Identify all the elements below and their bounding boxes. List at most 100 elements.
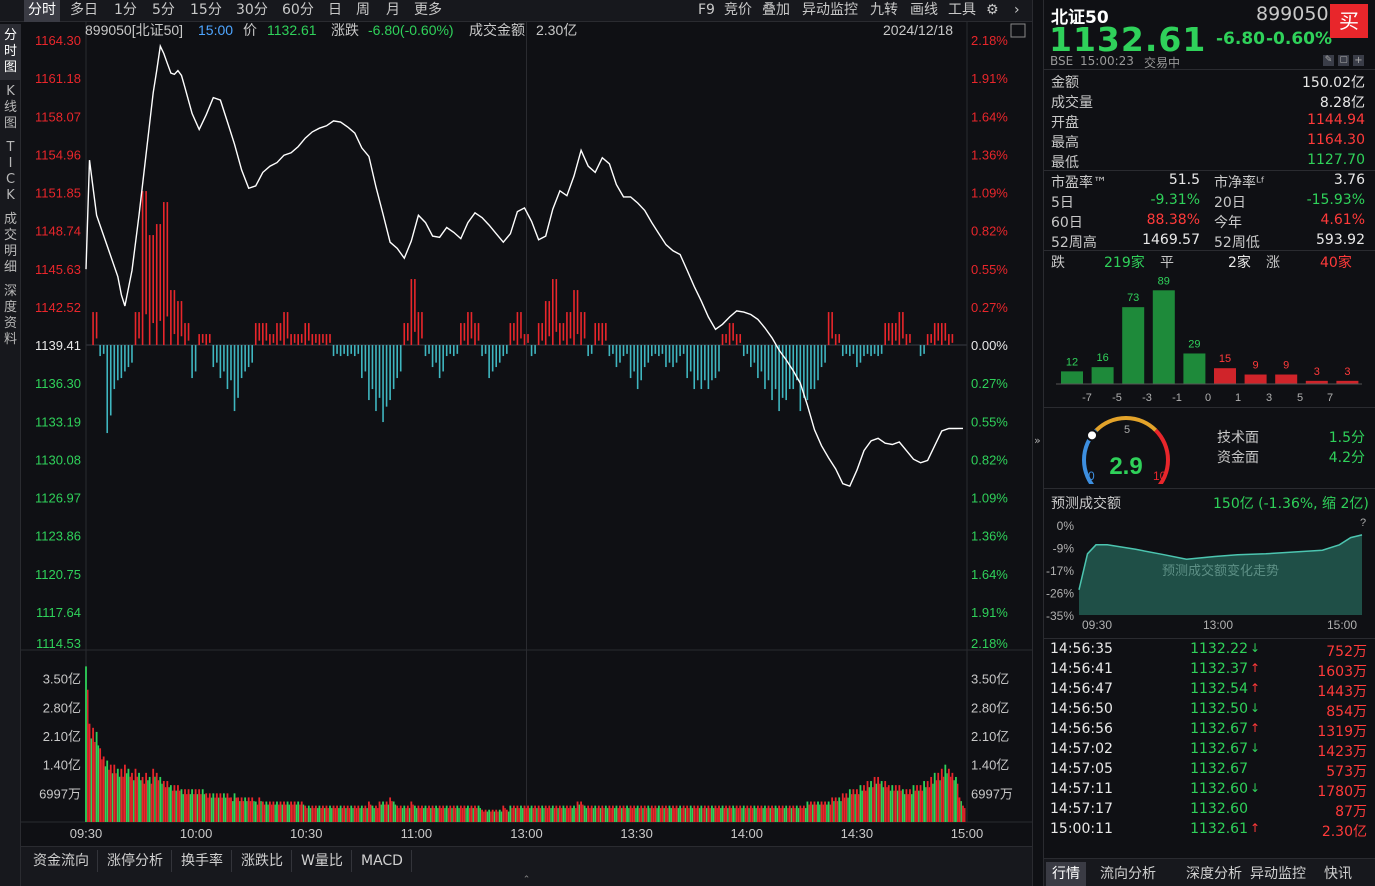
volume-bar: [495, 809, 498, 822]
down-label: 跌: [1051, 255, 1065, 271]
tool-0[interactable]: F9: [698, 0, 715, 22]
volume-bar: [490, 811, 492, 822]
dist-tick: -1: [1172, 392, 1182, 404]
period-tab-7[interactable]: 日: [328, 0, 342, 22]
volume-bar: [290, 801, 293, 822]
volume-bar: [286, 801, 289, 822]
view-tab-3[interactable]: 成交明细: [0, 208, 21, 280]
tool-5[interactable]: 画线: [910, 0, 938, 22]
period-tab-6[interactable]: 60分: [282, 0, 314, 22]
indicator-tab-3[interactable]: 涨跌比: [233, 850, 292, 872]
period-tab-0[interactable]: 分时: [24, 0, 60, 22]
delta-bar: [286, 312, 289, 339]
delta-bar: [449, 345, 452, 354]
delta-bar: [944, 323, 947, 341]
delta-bar: [824, 345, 826, 363]
intraday-chart[interactable]: 1164.30 1161.18 1158.07 1154.96 1151.85 1148.…: [21, 22, 1032, 846]
chevron-right-icon[interactable]: ›: [1014, 0, 1020, 22]
volume-bar: [148, 776, 151, 822]
delta-bar: [184, 323, 186, 346]
volume-bar: [578, 804, 581, 822]
view-tab-2[interactable]: TICK: [0, 136, 21, 208]
volume-bar: [928, 787, 931, 822]
tool-4[interactable]: 九转: [870, 0, 898, 22]
volume-bar: [445, 805, 448, 822]
volume-bar: [633, 805, 636, 822]
delta-bar: [180, 301, 183, 337]
score-gauge: 2.9 0 5 10: [1082, 416, 1170, 484]
volume-bar: [408, 808, 411, 822]
add-icon[interactable]: +: [1353, 55, 1364, 66]
tick-volume: 1780万: [1317, 784, 1367, 800]
updown-distribution: 12 16 73 89 29 15 9 9 3 3 -7 -5 -3 -1 0 1 3 5 7: [1056, 275, 1362, 404]
x-tick-label: 10:00: [180, 826, 213, 841]
period-tab-2[interactable]: 1分: [114, 0, 137, 22]
gauge-min: 0: [1088, 469, 1095, 483]
volume-bar: [179, 790, 181, 822]
indicator-tab-2[interactable]: 换手率: [173, 850, 232, 872]
period-tab-10[interactable]: 更多: [414, 0, 442, 22]
right-tab-2[interactable]: 深度分析: [1180, 862, 1248, 886]
scroll-up-handle[interactable]: ⌃: [21, 874, 1032, 886]
tool-1[interactable]: 竞价: [724, 0, 752, 22]
period-tab-5[interactable]: 30分: [236, 0, 268, 22]
panel-collapse-bar[interactable]: »: [1032, 0, 1044, 886]
indicator-tab-1[interactable]: 涨停分析: [99, 850, 172, 872]
right-tab-1[interactable]: 流向分析: [1094, 862, 1162, 886]
copy-icon[interactable]: ▢: [1338, 55, 1349, 66]
volume-bar: [486, 811, 489, 822]
volume-bar: [428, 805, 430, 822]
indicator-tab-0[interactable]: 资金流向: [25, 850, 98, 872]
indicator-tab-5[interactable]: MACD: [353, 850, 412, 872]
buy-button[interactable]: 买: [1330, 4, 1368, 38]
volume-bar: [764, 805, 766, 822]
volume-bar: [534, 805, 537, 822]
delta-bar: [852, 345, 855, 354]
period-tab-4[interactable]: 15分: [190, 0, 222, 22]
gear-icon[interactable]: ⚙: [986, 0, 999, 22]
volume-bar: [790, 808, 793, 822]
indicator-tab-4[interactable]: W量比: [293, 850, 352, 872]
tick-volume: 752万: [1326, 644, 1367, 660]
edit-icon[interactable]: ✎: [1323, 55, 1334, 66]
delta-bar: [417, 312, 420, 346]
period-tab-9[interactable]: 月: [386, 0, 400, 22]
volume-bar: [102, 756, 105, 822]
volume-bar: [440, 808, 443, 822]
volume-bar: [415, 808, 418, 822]
delta-bar: [187, 323, 190, 341]
delta-bar: [269, 334, 271, 346]
volume-bar: [599, 808, 602, 822]
delta-bar: [371, 345, 374, 390]
period-tab-3[interactable]: 5分: [152, 0, 175, 22]
right-tab-4[interactable]: 快讯: [1318, 862, 1358, 886]
delta-bar: [329, 334, 331, 343]
volume-bar: [820, 801, 823, 822]
volume-bar: [401, 808, 404, 822]
tool-3[interactable]: 异动监控: [802, 0, 858, 22]
quote-value-1: 8.28亿: [1319, 95, 1365, 111]
volume-bar: [769, 808, 771, 822]
period-tab-8[interactable]: 周: [356, 0, 370, 22]
right-tab-3[interactable]: 异动监控: [1244, 862, 1312, 886]
delta-bar: [527, 334, 529, 343]
volume-bar: [622, 805, 625, 822]
delta-bar: [251, 345, 254, 363]
tool-6[interactable]: 工具: [948, 0, 976, 22]
volume-bar: [543, 808, 545, 822]
delta-bar: [357, 345, 360, 354]
right-tab-0[interactable]: 行情: [1046, 862, 1086, 886]
tool-2[interactable]: 叠加: [762, 0, 790, 22]
volume-bar: [619, 805, 621, 822]
collapse-icon[interactable]: »: [1034, 434, 1041, 447]
y-tick-label: 1114.53: [36, 636, 81, 651]
delta-bar: [849, 345, 851, 357]
view-tab-1[interactable]: K线图: [0, 80, 21, 136]
volume-bar: [313, 808, 315, 822]
view-tab-0[interactable]: 分时图: [0, 24, 21, 80]
volume-bar: [476, 808, 478, 822]
period-tab-1[interactable]: 多日: [70, 0, 98, 22]
volume-bar: [802, 805, 805, 822]
view-tab-4[interactable]: 深度资料: [0, 280, 21, 352]
volume-bar: [159, 776, 162, 822]
